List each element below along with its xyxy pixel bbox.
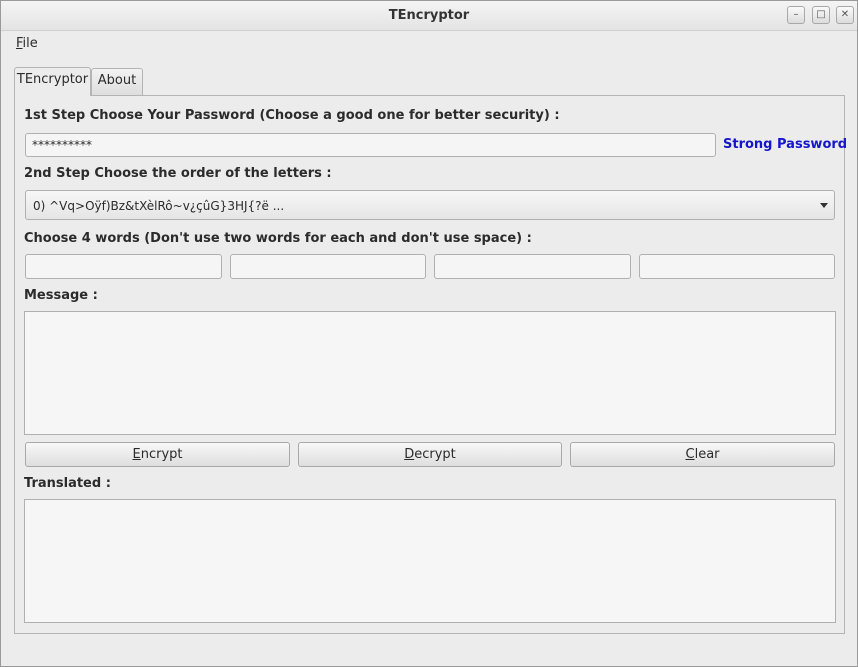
decrypt-mnemonic: D	[404, 447, 415, 462]
menu-file-rest: ile	[22, 36, 38, 51]
letter-order-selected: 0) ^Vq>Oÿf)Bz&tXèlRô~v¿çûG}3HJ{?ë ...	[33, 199, 285, 213]
translated-label: Translated :	[24, 476, 111, 491]
clear-label-rest: lear	[694, 447, 720, 462]
clear-mnemonic: C	[685, 447, 695, 462]
maximize-icon[interactable]: □	[812, 6, 830, 24]
step2-label: 2nd Step Choose the order of the letters…	[24, 166, 332, 181]
clear-button[interactable]: Clear	[570, 442, 835, 467]
step1-label: 1st Step Choose Your Password (Choose a …	[24, 108, 560, 123]
close-icon[interactable]: ✕	[836, 6, 854, 24]
word-field-4[interactable]	[639, 254, 835, 279]
chevron-down-icon	[820, 203, 828, 208]
encrypt-mnemonic: E	[132, 447, 141, 462]
encrypt-label-rest: ncrypt	[140, 447, 183, 462]
minimize-icon[interactable]: –	[787, 6, 805, 24]
tab-about[interactable]: About	[91, 68, 143, 95]
step3-label: Choose 4 words (Don't use two words for …	[24, 231, 532, 246]
word-field-3[interactable]	[434, 254, 631, 279]
decrypt-button[interactable]: Decrypt	[298, 442, 562, 467]
letter-order-select[interactable]: 0) ^Vq>Oÿf)Bz&tXèlRô~v¿çûG}3HJ{?ë ...	[25, 190, 835, 220]
menu-bar: File	[1, 31, 857, 55]
window-title: TEncryptor	[388, 8, 470, 23]
word-field-1[interactable]	[25, 254, 222, 279]
password-strength-label: Strong Password	[723, 137, 848, 152]
encrypt-button[interactable]: Encrypt	[25, 442, 290, 467]
password-field[interactable]: **********	[25, 133, 716, 157]
title-bar[interactable]: TEncryptor – □ ✕	[1, 1, 857, 31]
tab-tencryptor[interactable]: TEncryptor	[14, 67, 91, 96]
message-textarea[interactable]	[24, 311, 836, 435]
decrypt-label-rest: ecrypt	[414, 447, 456, 462]
message-label: Message :	[24, 288, 98, 303]
translated-textarea[interactable]	[24, 499, 836, 623]
word-field-2[interactable]	[230, 254, 426, 279]
app-window: TEncryptor – □ ✕ File TEncryptor About 1…	[0, 0, 858, 667]
menu-file[interactable]: File	[16, 36, 38, 51]
